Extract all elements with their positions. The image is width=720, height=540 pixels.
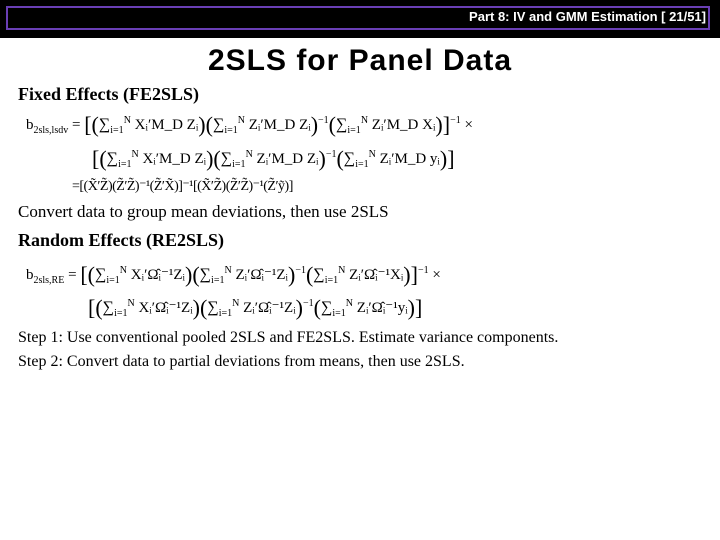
fe-note: Convert data to group mean deviations, t… bbox=[18, 201, 702, 224]
eq-term: Xᵢ′M_D Zᵢ bbox=[142, 151, 206, 167]
sum-symbol: ∑ bbox=[200, 266, 211, 283]
sum-lower: i=1 bbox=[219, 308, 232, 319]
sum-lower: i=1 bbox=[355, 159, 368, 170]
sum-symbol: ∑ bbox=[313, 266, 324, 283]
sum-upper: N bbox=[338, 265, 345, 276]
eq-term: Xᵢ′Ω̂ᵢ⁻¹Zᵢ bbox=[138, 300, 192, 316]
sum-upper: N bbox=[224, 265, 231, 276]
eq-term: Zᵢ′Ω̂ᵢ⁻¹Xᵢ bbox=[349, 267, 403, 283]
eq-term: Zᵢ′Ω̂ᵢ⁻¹Zᵢ bbox=[243, 300, 296, 316]
eq-term: Zᵢ′M_D yᵢ bbox=[380, 151, 440, 167]
sum-symbol: ∑ bbox=[99, 116, 110, 133]
eq-re-line1: b2sls,RE = [(∑i=1N Xᵢ′Ω̂ᵢ⁻¹Zᵢ)(∑i=1N Zᵢ′… bbox=[26, 260, 702, 290]
sum-symbol: ∑ bbox=[207, 299, 218, 316]
eq-term: Xᵢ′Ω̂ᵢ⁻¹Zᵢ bbox=[131, 267, 185, 283]
eq-subscript: 2sls,lsdv bbox=[34, 125, 69, 136]
sum-upper: N bbox=[232, 298, 239, 309]
sum-symbol: ∑ bbox=[336, 116, 347, 133]
eq-re-line2: [(∑i=1N Xᵢ′Ω̂ᵢ⁻¹Zᵢ)(∑i=1N Zᵢ′Ω̂ᵢ⁻¹Zᵢ)−1(… bbox=[88, 293, 702, 323]
sum-upper: N bbox=[127, 298, 134, 309]
eq-symbol: b bbox=[26, 117, 34, 133]
eq-term: Zᵢ′Ω̂ᵢ⁻¹Zᵢ bbox=[235, 267, 288, 283]
sum-upper: N bbox=[238, 115, 245, 126]
sum-lower: i=1 bbox=[332, 308, 345, 319]
sum-upper: N bbox=[246, 149, 253, 160]
re-step1: Step 1: Use conventional pooled 2SLS and… bbox=[18, 327, 702, 349]
eq-fe-line1: b2sls,lsdv = [(∑i=1N Xᵢ′M_D Zᵢ)(∑i=1N Zᵢ… bbox=[26, 110, 702, 140]
sum-lower: i=1 bbox=[110, 125, 123, 136]
eq-term: Xᵢ′M_D Zᵢ bbox=[135, 117, 199, 133]
re-step2: Step 2: Convert data to partial deviatio… bbox=[18, 351, 702, 373]
sum-upper: N bbox=[120, 265, 127, 276]
re-heading: Random Effects (RE2SLS) bbox=[18, 228, 702, 252]
sum-upper: N bbox=[124, 115, 131, 126]
sum-lower: i=1 bbox=[232, 159, 245, 170]
sum-lower: i=1 bbox=[325, 275, 338, 286]
sum-lower: i=1 bbox=[114, 308, 127, 319]
eq-term: Zᵢ′Ω̂ᵢ⁻¹yᵢ bbox=[357, 300, 408, 316]
sum-symbol: ∑ bbox=[103, 299, 114, 316]
eq-term: Zᵢ′M_D Zᵢ bbox=[249, 117, 311, 133]
sum-lower: i=1 bbox=[106, 275, 119, 286]
sum-upper: N bbox=[369, 149, 376, 160]
slide-content: Fixed Effects (FE2SLS) b2sls,lsdv = [(∑i… bbox=[0, 82, 720, 372]
sum-upper: N bbox=[131, 149, 138, 160]
eq-fe-line2: [(∑i=1N Xᵢ′M_D Zᵢ)(∑i=1N Zᵢ′M_D Zᵢ)−1(∑i… bbox=[92, 144, 702, 174]
sum-lower: i=1 bbox=[118, 159, 131, 170]
eq-term: Zᵢ′M_D Zᵢ bbox=[257, 151, 319, 167]
sum-symbol: ∑ bbox=[321, 299, 332, 316]
sum-symbol: ∑ bbox=[213, 116, 224, 133]
sum-symbol: ∑ bbox=[95, 266, 106, 283]
eq-subscript: 2sls,RE bbox=[34, 275, 65, 286]
eq-symbol: b bbox=[26, 267, 34, 283]
page-title: 2SLS for Panel Data bbox=[0, 44, 720, 78]
sum-symbol: ∑ bbox=[221, 150, 232, 167]
sum-lower: i=1 bbox=[347, 125, 360, 136]
sum-lower: i=1 bbox=[224, 125, 237, 136]
sum-symbol: ∑ bbox=[344, 150, 355, 167]
sum-upper: N bbox=[346, 298, 353, 309]
sum-symbol: ∑ bbox=[107, 150, 118, 167]
eq-fe-line3: =[(X̃′Z̃)(Z̃′Z̃)⁻¹(Z̃′X̃)]⁻¹[(X̃′Z̃)(Z̃′… bbox=[72, 178, 702, 197]
header-bar: Part 8: IV and GMM Estimation [ 21/51] bbox=[0, 0, 720, 38]
breadcrumb: Part 8: IV and GMM Estimation [ 21/51] bbox=[469, 9, 706, 24]
eq-term: Zᵢ′M_D Xᵢ bbox=[372, 117, 436, 133]
fe-heading: Fixed Effects (FE2SLS) bbox=[18, 82, 702, 106]
sum-upper: N bbox=[361, 115, 368, 126]
sum-lower: i=1 bbox=[211, 275, 224, 286]
